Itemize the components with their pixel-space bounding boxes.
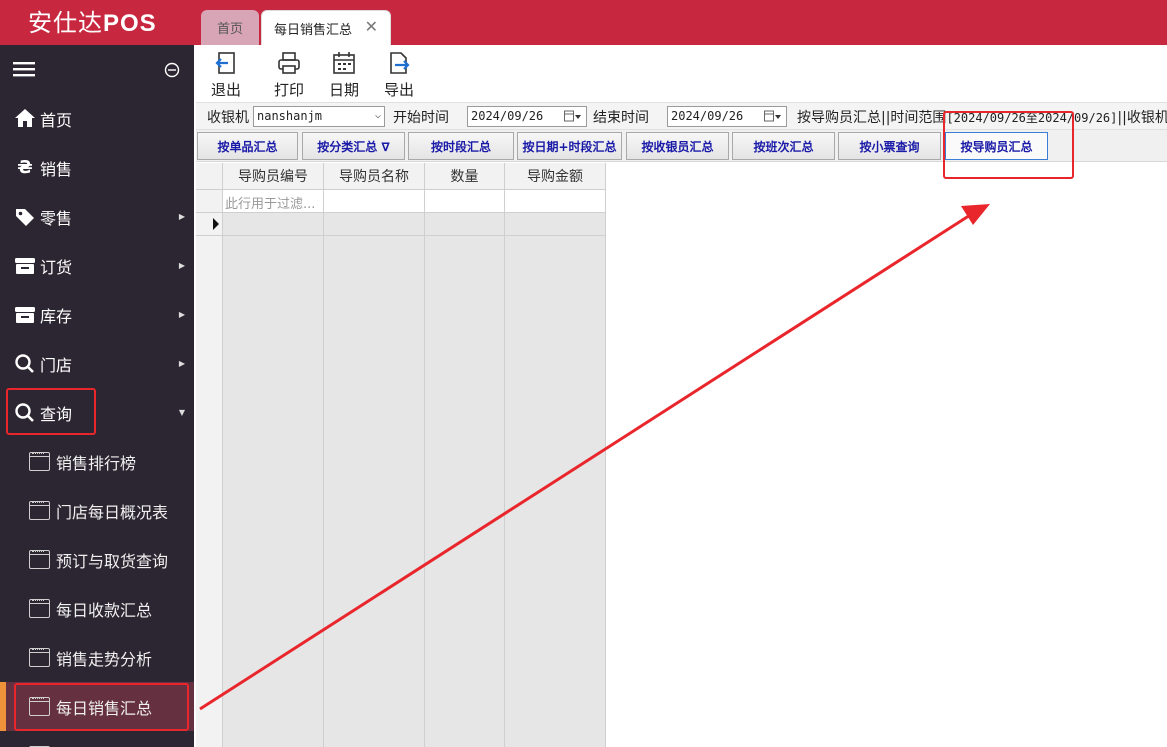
sidebar-item-store[interactable]: 门店 ▶ bbox=[0, 339, 194, 388]
filter-cell-quantity[interactable] bbox=[425, 190, 505, 213]
by-time-period-button[interactable]: 按时段汇总 bbox=[408, 132, 514, 160]
toolbar: 退出 打印 日期 导出 bbox=[196, 45, 1167, 102]
sidebar: 首页 ₴ 销售 零售 ▶ 订货 ▶ 库存 ▶ 门店 ▶ 查询 ▼ 销售排行榜 门… bbox=[0, 45, 194, 747]
window-icon bbox=[29, 599, 50, 618]
table-cell[interactable] bbox=[505, 213, 606, 236]
chevron-down-icon: ▼ bbox=[178, 408, 185, 417]
close-icon[interactable]: ✕ bbox=[365, 17, 378, 36]
grid-column bbox=[425, 163, 505, 747]
column-header-guide-id[interactable]: 导购员编号 bbox=[223, 163, 324, 190]
start-time-label: 开始时间 bbox=[393, 110, 449, 126]
home-icon bbox=[15, 109, 35, 127]
end-date-picker[interactable]: 2024/09/26 bbox=[667, 106, 787, 127]
calendar-dropdown-icon[interactable] bbox=[764, 110, 782, 123]
title-bar: 安仕达POS 首页 每日销售汇总 ✕ bbox=[0, 0, 1167, 45]
sidebar-subitem-daily-payment-summary[interactable]: 每日收款汇总 bbox=[0, 584, 194, 633]
window-icon bbox=[29, 697, 50, 716]
summary-button-bar: 按单品汇总 按分类汇总 ∇ 按时段汇总 按日期+时段汇总 按收银员汇总 按班次汇… bbox=[196, 130, 1167, 162]
by-receipt-button[interactable]: 按小票查询 bbox=[838, 132, 941, 160]
column-header-guide-amount[interactable]: 导购金额 bbox=[505, 163, 606, 190]
sidebar-subitem-sales-ranking[interactable]: 销售排行榜 bbox=[0, 437, 194, 486]
query-summary-text: 按导购员汇总||时间范围[2024/09/26至2024/09/26]||收银机 bbox=[797, 110, 1167, 126]
search-icon bbox=[15, 354, 34, 373]
sidebar-toggle[interactable] bbox=[0, 45, 194, 94]
cashier-select[interactable]: nanshanjm ⌵ bbox=[253, 106, 385, 127]
grid-corner bbox=[196, 163, 223, 190]
grid-column bbox=[223, 163, 324, 747]
export-icon bbox=[390, 52, 410, 74]
table-cell[interactable] bbox=[324, 213, 425, 236]
column-header-guide-name[interactable]: 导购员名称 bbox=[324, 163, 425, 190]
sidebar-item-query[interactable]: 查询 ▼ bbox=[0, 388, 194, 437]
annotation-arrow-head bbox=[961, 204, 990, 225]
window-icon bbox=[29, 452, 50, 471]
currency-icon: ₴ bbox=[17, 157, 33, 178]
data-grid: 导购员编号 导购员名称 数量 导购金额 此行用于过滤... bbox=[196, 163, 606, 747]
chevron-down-icon: ⌵ bbox=[374, 110, 381, 121]
search-icon bbox=[15, 403, 34, 422]
filter-cell-guide-amount[interactable] bbox=[505, 190, 606, 213]
sidebar-item-sales[interactable]: ₴ 销售 bbox=[0, 143, 194, 192]
tab-home[interactable]: 首页 bbox=[201, 10, 259, 45]
sidebar-subitem-reservation-query[interactable]: 预订与取货查询 bbox=[0, 535, 194, 584]
cashier-label: 收银机 bbox=[207, 110, 249, 126]
app-logo: 安仕达POS bbox=[28, 9, 157, 37]
sidebar-item-retail[interactable]: 零售 ▶ bbox=[0, 192, 194, 241]
filter-bar: 收银机 nanshanjm ⌵ 开始时间 2024/09/26 结束时间 202… bbox=[196, 102, 1167, 130]
chevron-right-icon: ▶ bbox=[178, 310, 185, 319]
filter-cell-guide-id[interactable]: 此行用于过滤... bbox=[223, 190, 324, 213]
export-button[interactable]: 导出 bbox=[375, 51, 423, 100]
column-header-quantity[interactable]: 数量 bbox=[425, 163, 505, 190]
window-icon bbox=[29, 550, 50, 569]
by-shift-button[interactable]: 按班次汇总 bbox=[732, 132, 835, 160]
current-row-arrow-icon bbox=[213, 218, 219, 230]
sidebar-item-order[interactable]: 订货 ▶ bbox=[0, 241, 194, 290]
by-cashier-button[interactable]: 按收银员汇总 bbox=[626, 132, 729, 160]
sidebar-subitem-store-daily-overview[interactable]: 门店每日概况表 bbox=[0, 486, 194, 535]
end-time-label: 结束时间 bbox=[593, 110, 649, 126]
grid-column bbox=[505, 163, 606, 747]
menu-icon[interactable] bbox=[13, 61, 35, 77]
store-icon bbox=[15, 307, 35, 323]
chevron-right-icon: ▶ bbox=[178, 261, 185, 270]
table-cell[interactable] bbox=[223, 213, 324, 236]
sidebar-subitem-daily-sales-summary[interactable]: 每日销售汇总 bbox=[0, 682, 194, 731]
printer-icon bbox=[278, 52, 300, 74]
tag-icon bbox=[16, 209, 34, 226]
by-item-button[interactable]: 按单品汇总 bbox=[197, 132, 298, 160]
start-date-picker[interactable]: 2024/09/26 bbox=[467, 106, 587, 127]
calendar-icon bbox=[333, 52, 355, 74]
chevron-right-icon: ▶ bbox=[178, 212, 185, 221]
sidebar-subitem-sales-trend[interactable]: 销售走势分析 bbox=[0, 633, 194, 682]
by-date-time-button[interactable]: 按日期+时段汇总 bbox=[517, 132, 622, 160]
window-icon bbox=[29, 648, 50, 667]
print-button[interactable]: 打印 bbox=[265, 51, 313, 100]
tab-daily-sales-summary[interactable]: 每日销售汇总 ✕ bbox=[261, 10, 391, 45]
by-category-button[interactable]: 按分类汇总 ∇ bbox=[302, 132, 405, 160]
by-shopping-guide-button[interactable]: 按导购员汇总 bbox=[945, 132, 1048, 160]
chevron-right-icon: ▶ bbox=[178, 359, 185, 368]
collapse-icon[interactable] bbox=[164, 62, 180, 78]
filter-cell-guide-name[interactable] bbox=[324, 190, 425, 213]
date-button[interactable]: 日期 bbox=[320, 51, 368, 100]
sidebar-subitem-partial[interactable] bbox=[0, 731, 194, 747]
table-cell[interactable] bbox=[425, 213, 505, 236]
grid-column bbox=[324, 163, 425, 747]
active-indicator bbox=[0, 682, 6, 731]
window-icon bbox=[29, 501, 50, 520]
exit-button[interactable]: 退出 bbox=[202, 51, 250, 100]
exit-icon bbox=[215, 52, 235, 74]
sidebar-item-inventory[interactable]: 库存 ▶ bbox=[0, 290, 194, 339]
sidebar-item-home[interactable]: 首页 bbox=[0, 94, 194, 143]
row-indicator-column bbox=[196, 163, 223, 747]
filter-row-indicator bbox=[196, 190, 223, 213]
store-icon bbox=[15, 258, 35, 274]
calendar-dropdown-icon[interactable] bbox=[564, 110, 582, 123]
